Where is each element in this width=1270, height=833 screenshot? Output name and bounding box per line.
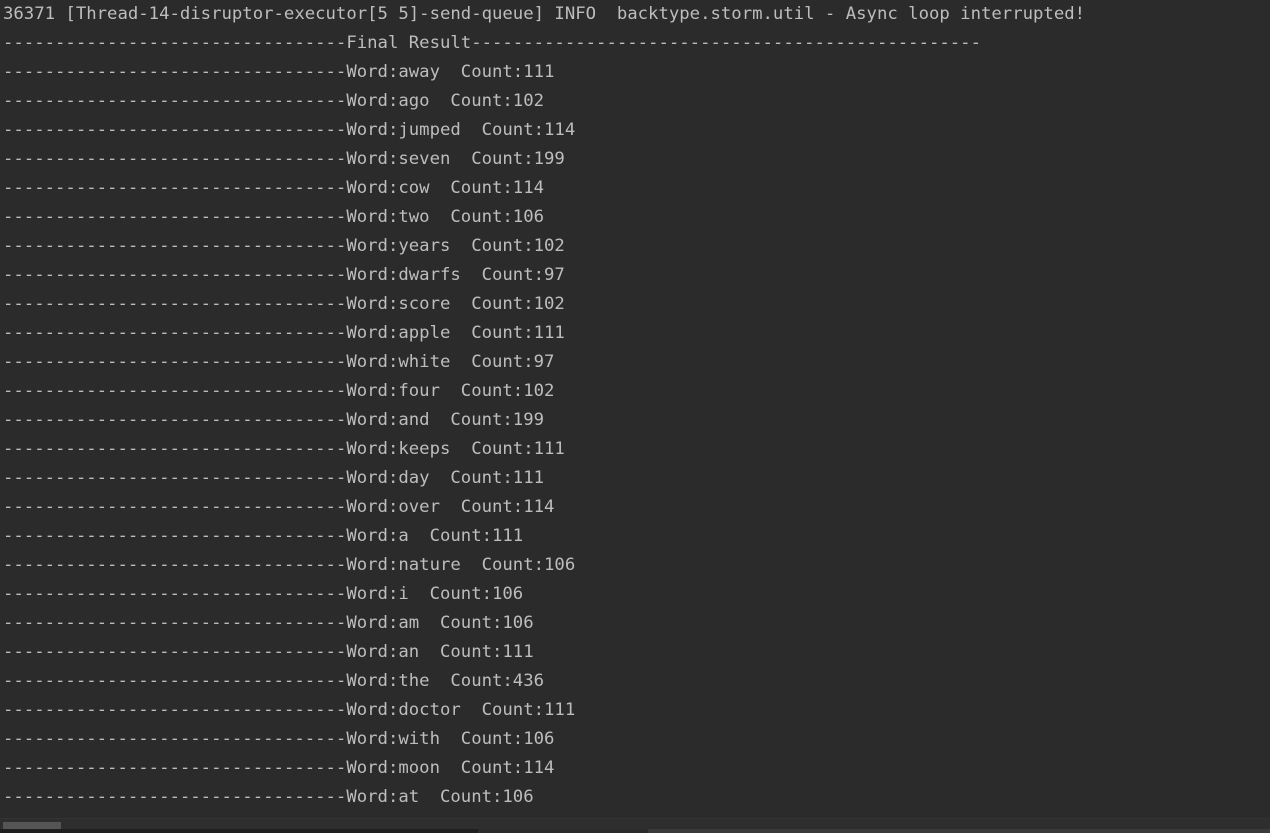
log-line-result: ---------------------------------Word:mo…: [3, 758, 555, 778]
window-bottom-edge: [0, 829, 1270, 833]
log-line-result: ---------------------------------Word:th…: [3, 671, 545, 691]
log-line-result: ---------------------------------Word:a …: [3, 526, 524, 546]
log-line-result: ---------------------------------Word:co…: [3, 178, 545, 198]
log-line-result: ---------------------------------Word:ag…: [3, 91, 545, 111]
log-line-result: ---------------------------------Word:sc…: [3, 294, 565, 314]
log-line-result: ---------------------------------Word:i …: [3, 584, 524, 604]
log-line-result: ---------------------------------Word:fo…: [3, 381, 555, 401]
log-line-result: ---------------------------------Word:ap…: [3, 323, 565, 343]
log-line-result: ---------------------------------Word:wh…: [3, 352, 555, 372]
log-line-result: ---------------------------------Word:ye…: [3, 236, 565, 256]
log-line-result: ---------------------------------Word:at…: [3, 787, 534, 807]
log-line-result: ---------------------------------Word:ke…: [3, 439, 565, 459]
console-log-output[interactable]: 36371 [Thread-14-disruptor-executor[5 5]…: [3, 0, 1270, 833]
log-line-result: ---------------------------------Word:aw…: [3, 62, 555, 82]
log-line-result: ---------------------------------Word:do…: [3, 700, 576, 720]
log-line-result: ---------------------------------Word:tw…: [3, 207, 545, 227]
log-line-result: ---------------------------------Word:an…: [3, 410, 545, 430]
log-line-separator: ---------------------------------Final R…: [3, 33, 981, 53]
log-line-result: ---------------------------------Word:se…: [3, 149, 565, 169]
log-line-result: ---------------------------------Word:da…: [3, 468, 545, 488]
log-line-result: ---------------------------------Word:ju…: [3, 120, 576, 140]
log-line-result: ---------------------------------Word:ov…: [3, 497, 555, 517]
log-line-result: ---------------------------------Word:an…: [3, 642, 534, 662]
terminal-window: 36371 [Thread-14-disruptor-executor[5 5]…: [0, 0, 1270, 833]
window-bottom-edge-segment-right: [648, 829, 1270, 833]
log-line-result: ---------------------------------Word:dw…: [3, 265, 565, 285]
log-line-result: ---------------------------------Word:am…: [3, 613, 534, 633]
log-line-header: 36371 [Thread-14-disruptor-executor[5 5]…: [3, 4, 1086, 24]
log-line-result: ---------------------------------Word:na…: [3, 555, 576, 575]
log-line-result: ---------------------------------Word:wi…: [3, 729, 555, 749]
window-bottom-edge-segment: [478, 829, 648, 833]
